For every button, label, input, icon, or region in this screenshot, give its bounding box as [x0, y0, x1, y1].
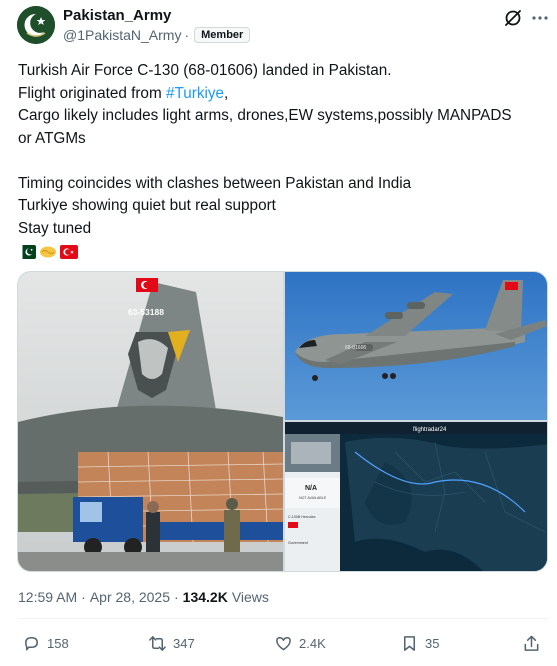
avatar[interactable] — [17, 6, 55, 44]
more-options-icon[interactable] — [530, 8, 550, 28]
repost-icon — [149, 636, 166, 651]
heart-icon — [276, 637, 291, 651]
bookmark-button[interactable]: 35 — [400, 634, 439, 653]
tweet-line: Flight originated from #Turkiye, — [18, 83, 548, 106]
like-button[interactable]: 2.4K — [274, 634, 326, 653]
reply-button[interactable]: 158 — [22, 634, 69, 653]
tweet-line: Stay tuned — [18, 219, 92, 237]
share-button[interactable] — [522, 634, 541, 653]
tweet-line-text: , — [224, 84, 229, 102]
tweet-line-text: Flight originated from — [18, 84, 166, 102]
bookmark-icon — [403, 636, 416, 651]
reply-count: 158 — [47, 636, 69, 651]
emoji-row — [18, 243, 548, 260]
member-badge[interactable]: Member — [194, 27, 251, 43]
army-emblem-icon — [17, 6, 55, 44]
tweet-card: Pakistan_Army @1PakistaN_Army · Member T… — [0, 0, 557, 666]
tweet-line: Cargo likely includes light arms, drones… — [18, 107, 512, 124]
flightradar-map: flightradar24 N/A NOT AVAILABLE C-130B H… — [285, 422, 547, 571]
bookmark-count: 35 — [425, 636, 440, 651]
media-flightradar-screenshot[interactable]: flightradar24 N/A NOT AVAILABLE C-130B H… — [285, 422, 547, 571]
aircraft-tail-label: 68-01606 — [345, 345, 366, 351]
repost-button[interactable]: 347 — [148, 634, 195, 653]
cargo-photo: 63-53188 — [18, 272, 283, 571]
post-time[interactable]: 12:59 AM — [18, 589, 77, 605]
fr24-brand-label: flightradar24 — [413, 427, 447, 433]
views-count: 134.2K — [182, 589, 228, 605]
handshake-icon — [40, 246, 56, 257]
meta-separator: · — [174, 589, 179, 605]
reply-icon — [25, 637, 38, 651]
author-display-name[interactable]: Pakistan_Army — [63, 7, 171, 24]
author-handle[interactable]: @1PakistaN_Army — [63, 27, 181, 43]
divider — [18, 618, 548, 619]
meta-separator: · — [81, 589, 86, 605]
tweet-line: Turkiye showing quiet but real support — [18, 197, 276, 214]
fr24-owner-label: Government — [288, 541, 308, 545]
grok-icon[interactable] — [503, 8, 523, 28]
handle-separator: · — [184, 27, 190, 43]
tweet-meta: 12:59 AM · Apr 28, 2025 · 134.2K Views — [18, 589, 269, 605]
media-photo-cargo[interactable]: 63-53188 — [18, 272, 283, 571]
tail-number-label: 63-53188 — [128, 307, 164, 317]
pakistan-flag-icon — [18, 244, 36, 259]
tweet-line: or ATGMs — [18, 129, 86, 147]
action-bar: 158 347 2.4K 35 — [22, 634, 542, 656]
repost-count: 347 — [173, 636, 195, 651]
tweet-line: Turkish Air Force C-130 (68-01606) lande… — [18, 62, 392, 79]
turkey-flag-icon — [60, 244, 78, 259]
fr24-aircraft-label: C-130B Hercules — [288, 515, 316, 519]
author-handle-row: @1PakistaN_Army · Member — [63, 27, 251, 43]
views-label: Views — [231, 589, 269, 605]
fr24-sub-label: NOT AVAILABLE — [299, 496, 327, 500]
share-icon — [524, 635, 539, 651]
media-photo-aircraft[interactable]: 68-01606 — [285, 272, 547, 420]
aircraft-photo: 68-01606 — [285, 272, 547, 420]
post-date[interactable]: Apr 28, 2025 — [90, 589, 170, 605]
like-count: 2.4K — [299, 636, 326, 651]
tweet-line: Timing coincides with clashes between Pa… — [18, 174, 412, 192]
tweet-text: Turkish Air Force C-130 (68-01606) lande… — [18, 60, 548, 260]
fr24-status-label: N/A — [305, 485, 317, 492]
media-grid: 63-53188 68-01606 flightradar24 N/A NOT … — [17, 271, 548, 572]
hashtag-link[interactable]: #Turkiye — [166, 85, 224, 102]
